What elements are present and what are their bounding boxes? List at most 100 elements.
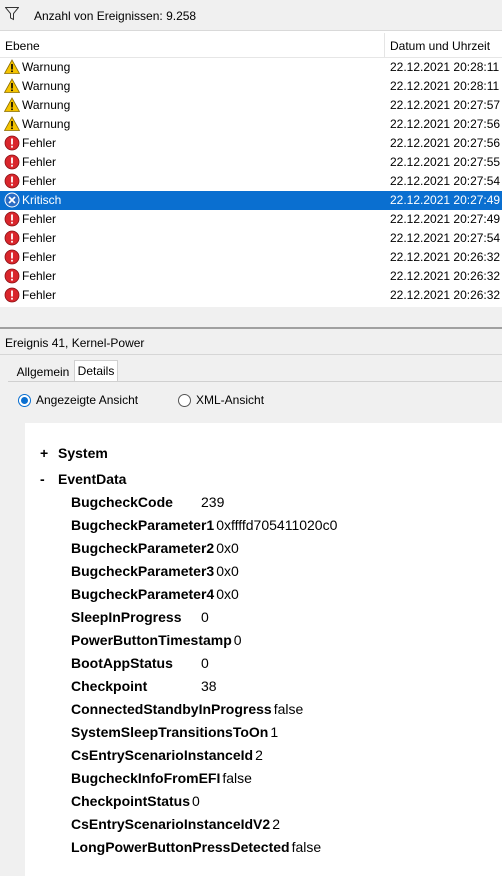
eventdata-key: BugcheckCode (71, 494, 173, 510)
eventdata-node-label: EventData (58, 471, 127, 487)
eventdata-value: 0 (201, 609, 209, 625)
table-row[interactable]: Warnung 22.12.2021 20:27:57 (0, 96, 502, 115)
table-row[interactable]: Fehler 22.12.2021 20:27:56 (0, 134, 502, 153)
error-icon (4, 287, 20, 303)
radio-friendly-view[interactable] (18, 394, 31, 407)
eventdata-item: SystemSleepTransitionsToOn 1 (71, 724, 278, 740)
row-datetime: 22.12.2021 20:27:49 (390, 193, 501, 207)
table-row[interactable]: Kritisch 22.12.2021 20:27:49 (0, 191, 502, 210)
eventdata-key: CsEntryScenarioInstanceIdV2 (71, 816, 271, 832)
table-row[interactable]: Fehler 22.12.2021 20:27:54 (0, 229, 502, 248)
row-datetime: 22.12.2021 20:27:56 (390, 136, 501, 150)
eventdata-value: false (222, 770, 252, 786)
row-level: Fehler (22, 269, 57, 283)
collapse-eventdata-toggle[interactable]: - (40, 471, 45, 487)
row-level: Warnung (22, 117, 71, 131)
column-header-level[interactable]: Ebene (5, 39, 40, 53)
eventdata-value: false (291, 839, 322, 855)
table-row[interactable]: Fehler 22.12.2021 20:26:32 (0, 267, 502, 286)
table-row[interactable]: Fehler 22.12.2021 20:27:55 (0, 153, 502, 172)
radio-xml-view[interactable] (178, 394, 191, 407)
eventdata-item: BugcheckInfoFromEFI false (71, 770, 252, 786)
event-count-label: Anzahl von Ereignissen: 9.258 (34, 9, 197, 23)
warning-icon (3, 97, 21, 113)
table-row[interactable]: Warnung 22.12.2021 20:28:11 (0, 77, 502, 96)
eventdata-value: 0x0 (216, 563, 239, 579)
eventdata-item: SleepInProgress 0 (71, 609, 209, 625)
eventdata-value: 0 (201, 655, 209, 671)
tab-general[interactable]: Allgemein (8, 363, 78, 381)
events-table: Ebene Datum und Uhrzeit Warnung 22.12.202… (0, 33, 502, 307)
row-datetime: 22.12.2021 20:26:32 (390, 288, 501, 302)
radio-xml-view-label[interactable]: XML-Ansicht (196, 393, 264, 407)
error-icon (4, 268, 20, 284)
table-row[interactable]: Warnung 22.12.2021 20:27:56 (0, 115, 502, 134)
filter-bar: Anzahl von Ereignissen: 9.258 (0, 0, 502, 31)
eventdata-key: BugcheckParameter3 (71, 563, 215, 579)
warning-icon (3, 78, 21, 94)
eventdata-key: BugcheckParameter2 (71, 540, 215, 556)
event-title: Ereignis 41, Kernel-Power (5, 336, 145, 350)
eventdata-key: CsEntryScenarioInstanceId (71, 747, 254, 763)
eventdata-value: 0x0 (216, 540, 239, 556)
table-row[interactable]: Fehler 22.12.2021 20:27:54 (0, 172, 502, 191)
row-level: Fehler (22, 288, 57, 302)
row-datetime: 22.12.2021 20:28:11 (390, 79, 500, 93)
eventdata-item: PowerButtonTimestamp 0 (71, 632, 242, 648)
table-row[interactable]: Warnung 22.12.2021 20:28:11 (0, 58, 502, 77)
event-data-view: + System - EventData BugcheckCode 239 Bugc… (25, 423, 502, 876)
tab-details[interactable]: Details (74, 360, 118, 382)
eventdata-key: BugcheckParameter4 (71, 586, 215, 602)
critical-icon (4, 192, 20, 208)
eventdata-item: ConnectedStandbyInProgress false (71, 701, 303, 717)
row-datetime: 22.12.2021 20:27:49 (390, 212, 501, 226)
row-datetime: 22.12.2021 20:26:32 (390, 269, 501, 283)
row-datetime: 22.12.2021 20:27:55 (390, 155, 501, 169)
row-datetime: 22.12.2021 20:27:56 (390, 117, 501, 131)
eventdata-item: BugcheckParameter2 0x0 (71, 540, 239, 556)
eventdata-value: 0xffffd705411020c0 (216, 517, 338, 533)
eventdata-key: BugcheckInfoFromEFI (71, 770, 221, 786)
eventdata-value: false (273, 701, 304, 717)
row-level: Fehler (22, 212, 57, 226)
eventdata-key: Checkpoint (71, 678, 148, 694)
table-header: Ebene Datum und Uhrzeit (0, 33, 502, 58)
eventdata-item: BugcheckParameter3 0x0 (71, 563, 239, 579)
table-row[interactable]: Fehler 22.12.2021 20:26:32 (0, 286, 502, 305)
row-datetime: 22.12.2021 20:27:54 (390, 174, 501, 188)
row-datetime: 22.12.2021 20:28:11 (390, 60, 500, 74)
error-icon (4, 135, 20, 151)
row-level: Fehler (22, 174, 57, 188)
expand-system-toggle[interactable]: + (40, 445, 48, 461)
eventdata-value: 0 (233, 632, 242, 648)
eventdata-key: PowerButtonTimestamp (71, 632, 232, 648)
eventdata-item: LongPowerButtonPressDetected false (71, 839, 321, 855)
row-datetime: 22.12.2021 20:27:57 (390, 98, 501, 112)
system-node-label: System (58, 445, 108, 461)
title-divider (0, 354, 502, 355)
pane-divider (0, 307, 502, 328)
eventdata-item: BugcheckParameter4 0x0 (71, 586, 239, 602)
error-icon (4, 211, 20, 227)
table-row[interactable]: Fehler 22.12.2021 20:26:32 (0, 248, 502, 267)
row-level: Fehler (22, 155, 57, 169)
radio-friendly-view-label[interactable]: Angezeigte Ansicht (36, 393, 138, 407)
eventdata-item: BugcheckCode 239 (71, 494, 224, 510)
row-datetime: 22.12.2021 20:27:54 (390, 231, 501, 245)
warning-icon (3, 116, 21, 132)
view-options: Angezeigte Ansicht XML-Ansicht (16, 393, 496, 411)
column-separator[interactable] (384, 33, 385, 57)
table-rows: Warnung 22.12.2021 20:28:11 Warnung 22.12.2… (0, 58, 502, 305)
column-header-datetime[interactable]: Datum und Uhrzeit (390, 39, 490, 53)
eventdata-item: CsEntryScenarioInstanceId 2 (71, 747, 263, 763)
eventdata-key: SleepInProgress (71, 609, 182, 625)
eventdata-value: 239 (201, 494, 225, 510)
eventdata-key: ConnectedStandbyInProgress (71, 701, 272, 717)
warning-icon (3, 59, 21, 75)
filter-icon[interactable] (5, 7, 19, 21)
eventdata-value: 0 (192, 793, 200, 809)
eventdata-key: SystemSleepTransitionsToOn (71, 724, 269, 740)
table-row[interactable]: Fehler 22.12.2021 20:27:49 (0, 210, 502, 229)
eventdata-value: 2 (272, 816, 280, 832)
error-icon (4, 173, 20, 189)
